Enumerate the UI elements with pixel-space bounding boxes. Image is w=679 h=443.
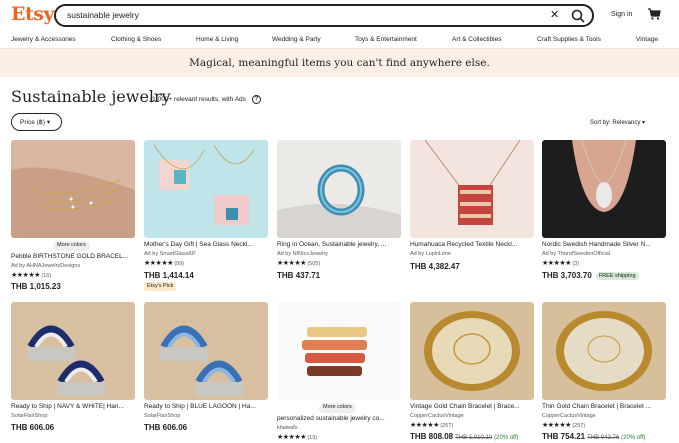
- star-rating: ★★★★★ (257): [410, 422, 454, 429]
- listing-title[interactable]: Pebble BIRTHSTONE GOLD BRACEL...: [11, 253, 135, 260]
- listing-image[interactable]: [542, 302, 666, 400]
- listing-image[interactable]: [144, 302, 268, 400]
- listing-shop: Ad by SmartGlassKP: [144, 251, 196, 257]
- listing-shop: Ad by ThorofSwedenOfficial: [542, 251, 610, 257]
- listing-price: THB 437.71: [277, 271, 321, 280]
- listing-title[interactable]: Humahuaca Recycled Textile Neckl...: [410, 241, 534, 248]
- listing-price: THB 754.21 THB 942.76 (20% off): [542, 432, 646, 441]
- free-shipping-badge: FREE shipping: [595, 271, 639, 280]
- listing-image[interactable]: [277, 140, 401, 238]
- listing-shop: SolarFlairShop: [11, 413, 48, 419]
- nav-clothing-shoes[interactable]: Clothing & Shoes: [111, 36, 161, 43]
- listing-price: THB 808.08 THB 1,010.10 (20% off): [410, 432, 519, 441]
- banner-text: Magical, meaningful items you can't find…: [189, 57, 490, 69]
- listing-shop: Ad by NINIcoJewelry: [277, 251, 329, 257]
- listing-shop: CopperCactusVintage: [410, 413, 464, 419]
- listing-shop: SolarFlairShop: [144, 413, 181, 419]
- search-input[interactable]: sustainable jewelry: [67, 10, 139, 20]
- listing-title[interactable]: personalized sustainable jewelry co...: [277, 415, 401, 422]
- star-rating: ★★★★★ (16): [11, 272, 52, 279]
- listing-title[interactable]: Thin Gold Chain Bracelet | Bracelet ...: [542, 403, 666, 410]
- clear-search-icon[interactable]: ✕: [550, 8, 559, 21]
- listing-title[interactable]: Mother's Day Gift | Sea Glass Neckl...: [144, 241, 268, 248]
- search-bar[interactable]: sustainable jewelry ✕: [54, 4, 594, 27]
- nav-craft-supplies[interactable]: Craft Supplies & Tools: [537, 36, 601, 43]
- more-colors-badge: More colors: [319, 403, 356, 413]
- site-header: Etsy sustainable jewelry ✕ Sign in: [0, 0, 679, 32]
- sort-by-dropdown[interactable]: Sort by: Relevancy ▾: [590, 119, 645, 126]
- listing-shop: Ad by AHNAJewelryDesigns: [11, 263, 81, 269]
- listing-price: THB 1,414.14: [144, 271, 194, 280]
- info-icon[interactable]: ?: [252, 95, 261, 104]
- listing-price: THB 4,382.47: [410, 262, 460, 271]
- page-title: Sustainable jewelry: [11, 87, 171, 106]
- results-count: (1,000+ relevant results, with Ads: [150, 96, 246, 103]
- listing-shop: Ad by LupinLime: [410, 251, 451, 257]
- price-filter-button[interactable]: Price (฿) ▾: [11, 113, 62, 131]
- search-icon[interactable]: [570, 8, 586, 24]
- listing-image[interactable]: [542, 140, 666, 238]
- etsy-logo[interactable]: Etsy: [11, 3, 55, 25]
- original-price: THB 942.76: [587, 435, 620, 441]
- etsys-pick-badge: Etsy's Pick: [144, 282, 177, 291]
- listing-image[interactable]: [144, 140, 268, 238]
- listing-price: THB 606.06: [11, 423, 55, 432]
- star-rating: ★★★★★ (505): [277, 260, 321, 267]
- sign-in-link[interactable]: Sign in: [611, 11, 632, 18]
- listing-price: THB 1,015.23: [11, 282, 61, 291]
- listing-title[interactable]: Ring in Ocean, Sustainable jewelry, ...: [277, 241, 401, 248]
- star-rating: ★★★★★ (3): [542, 260, 580, 267]
- listing-image[interactable]: [410, 302, 534, 400]
- listing-price: THB 3,703.70 FREE shipping: [542, 271, 639, 280]
- nav-art-collectibles[interactable]: Art & Collectibles: [452, 36, 502, 43]
- discount-label: (20% off): [494, 435, 519, 441]
- star-rating: ★★★★★ (257): [542, 422, 586, 429]
- nav-wedding-party[interactable]: Wedding & Party: [272, 36, 321, 43]
- more-colors-badge: More colors: [53, 241, 90, 251]
- listing-image[interactable]: [410, 140, 534, 238]
- listing-image[interactable]: [11, 140, 135, 238]
- listing-image[interactable]: [277, 302, 401, 400]
- original-price: THB 1,010.10: [455, 435, 493, 441]
- cart-icon[interactable]: [647, 7, 661, 21]
- listing-title[interactable]: Nordic Swedish Handmade Silver N...: [542, 241, 666, 248]
- listing-title[interactable]: Vintage Gold Chain Bracelet | Brace...: [410, 403, 534, 410]
- listing-image[interactable]: [11, 302, 135, 400]
- nav-jewelry-accessories[interactable]: Jewelry & Accessories: [11, 36, 76, 43]
- listing-title[interactable]: Ready to Ship | NAVY & WHITE| Han...: [11, 403, 135, 410]
- listing-price: THB 606.06: [144, 423, 188, 432]
- listing-shop: CopperCactusVintage: [542, 413, 596, 419]
- discount-label: (20% off): [621, 435, 646, 441]
- nav-home-living[interactable]: Home & Living: [196, 36, 238, 43]
- nav-vintage[interactable]: Vintage: [636, 36, 658, 43]
- promo-banner: Magical, meaningful items you can't find…: [0, 49, 679, 77]
- listing-shop: khaleafs: [277, 425, 298, 431]
- star-rating: ★★★★★ (19): [277, 434, 318, 441]
- listing-title[interactable]: Ready to Ship | BLUE LAGOON | Ha...: [144, 403, 268, 410]
- star-rating: ★★★★★ (99): [144, 260, 185, 267]
- nav-toys-entertainment[interactable]: Toys & Entertainment: [355, 36, 417, 43]
